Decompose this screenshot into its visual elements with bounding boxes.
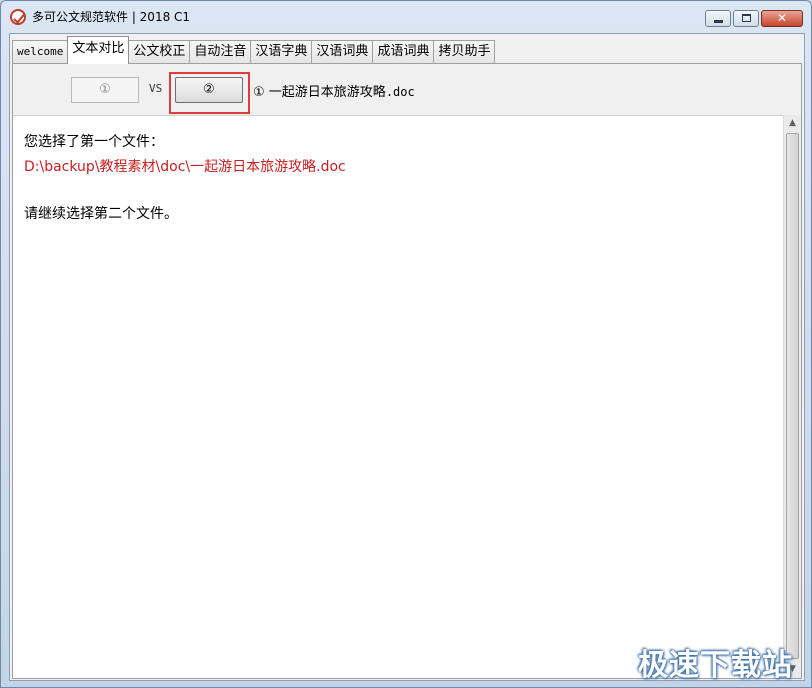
tab-auto-pinyin[interactable]: 自动注音 bbox=[189, 40, 252, 64]
scroll-up-icon[interactable]: ▲ bbox=[784, 115, 801, 132]
tab-copy-assistant[interactable]: 拷贝助手 bbox=[433, 40, 496, 64]
scroll-thumb[interactable] bbox=[786, 133, 799, 659]
window-controls: ✕ bbox=[705, 10, 803, 27]
first-file-message: 您选择了第一个文件： bbox=[24, 134, 164, 150]
tab-word-dictionary[interactable]: 汉语词典 bbox=[311, 40, 374, 64]
tab-idiom-dictionary[interactable]: 成语词典 bbox=[372, 40, 435, 64]
tab-text-compare[interactable]: 文本对比 bbox=[67, 36, 130, 64]
select-first-file-button[interactable]: ① bbox=[71, 77, 139, 103]
select-second-prompt: 请继续选择第二个文件。 bbox=[24, 206, 178, 222]
close-icon: ✕ bbox=[776, 11, 788, 25]
tab-welcome[interactable]: welcome bbox=[12, 40, 69, 64]
client-area: welcome 文本对比 公文校正 自动注音 汉语字典 汉语词典 成语词典 拷贝… bbox=[9, 33, 805, 681]
first-file-label: ① 一起游日本旅游攻略.doc bbox=[253, 81, 415, 100]
minimize-button[interactable] bbox=[705, 10, 731, 27]
app-window: 多可公文规范软件 | 2018 C1 ✕ welcome 文本对比 公文校正 自… bbox=[0, 0, 812, 688]
file-name: 一起游日本旅游攻略 bbox=[268, 85, 386, 100]
tab-document-correction[interactable]: 公文校正 bbox=[128, 40, 191, 64]
result-text-area[interactable]: 您选择了第一个文件： D:\backup\教程素材\doc\一起游日本旅游攻略.… bbox=[13, 115, 783, 678]
vs-label: VS bbox=[149, 82, 163, 95]
select-second-file-button[interactable]: ② bbox=[175, 77, 243, 103]
title-bar[interactable]: 多可公文规范软件 | 2018 C1 ✕ bbox=[1, 1, 811, 33]
close-button[interactable]: ✕ bbox=[761, 10, 803, 27]
file-extension: .doc bbox=[385, 85, 415, 99]
minimize-icon bbox=[714, 20, 723, 23]
tab-bar: welcome 文本对比 公文校正 自动注音 汉语字典 汉语词典 成语词典 拷贝… bbox=[12, 36, 496, 64]
tab-character-dictionary[interactable]: 汉语字典 bbox=[250, 40, 313, 64]
vertical-scrollbar[interactable]: ▲ ▼ bbox=[783, 115, 801, 678]
watermark-text: 极速下载站 bbox=[638, 648, 793, 683]
first-file-path: D:\backup\教程素材\doc\一起游日本旅游攻略.doc bbox=[24, 159, 346, 175]
app-logo-icon bbox=[10, 9, 26, 25]
maximize-button[interactable] bbox=[733, 10, 759, 27]
file-marker: ① bbox=[253, 85, 265, 100]
text-compare-panel: ① VS ② ① 一起游日本旅游攻略.doc 您选择了第一个文件： D:\bac… bbox=[12, 63, 802, 679]
maximize-icon bbox=[742, 14, 751, 22]
compare-toolbar: ① VS ② ① 一起游日本旅游攻略.doc bbox=[13, 64, 801, 115]
window-title: 多可公文规范软件 | 2018 C1 bbox=[32, 10, 191, 24]
